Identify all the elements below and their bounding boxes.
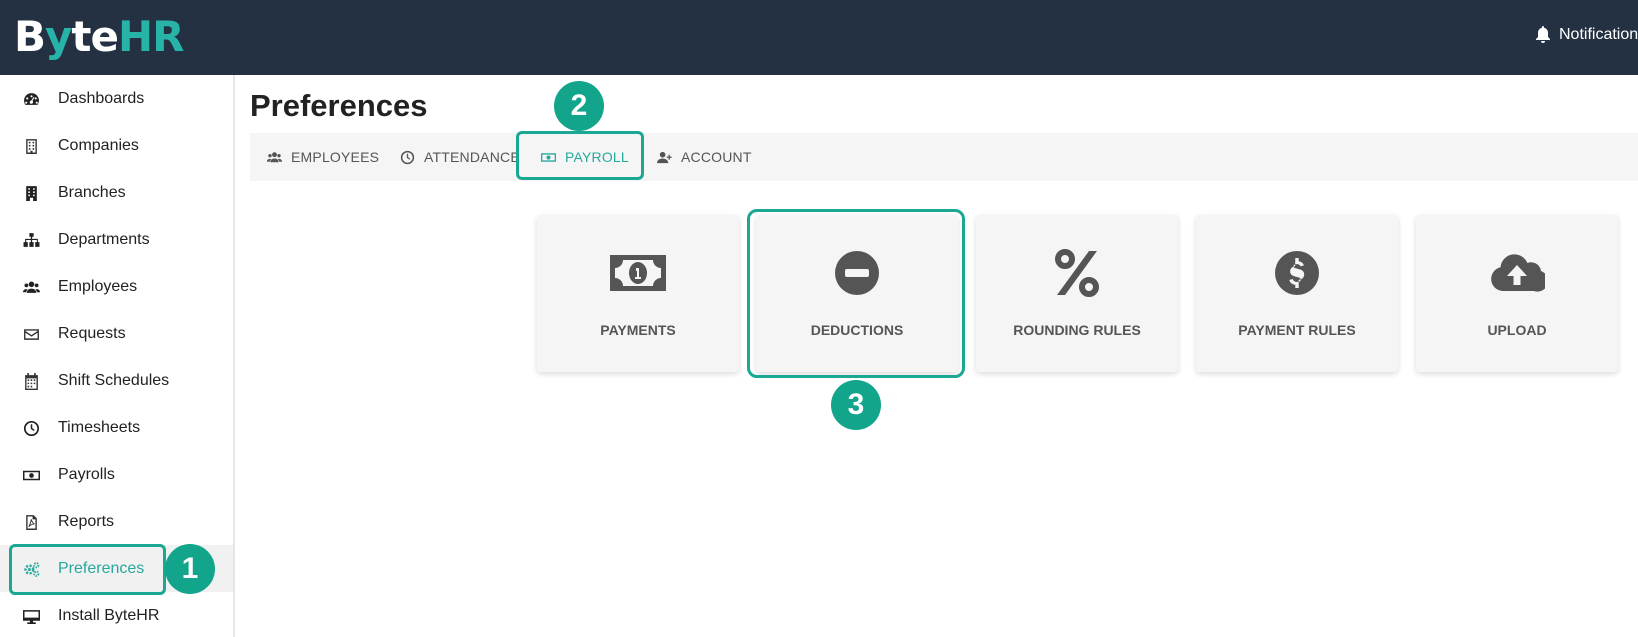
building-icon (22, 137, 40, 155)
top-navbar: By te HR Notifications (0, 0, 1638, 75)
sidebar-item-label: Timesheets (58, 418, 141, 436)
users-icon (22, 278, 40, 296)
sidebar-item-install-bytehr[interactable]: Install ByteHR (0, 592, 233, 637)
sidebar-item-companies[interactable]: Companies (0, 122, 233, 169)
tab-attendance[interactable]: ATTENDANCE (400, 133, 520, 181)
clock-icon (400, 150, 415, 164)
building-solid-icon (22, 184, 40, 202)
step-badge-2: 2 (554, 81, 604, 131)
dashboard-icon (22, 90, 40, 108)
percent-icon (1055, 249, 1099, 297)
cloud-upload-icon (1491, 254, 1545, 292)
sidebar-item-label: Reports (58, 512, 115, 530)
bytehr-logo[interactable]: By te HR (14, 12, 184, 61)
preferences-tabs: EMPLOYEES ATTENDANCE PAYROLL ACCOUNT (250, 133, 1638, 181)
sidebar-item-dashboards[interactable]: Dashboards (0, 75, 233, 122)
desktop-icon (22, 607, 40, 625)
money-bill-icon (22, 466, 40, 484)
file-pdf-icon (22, 513, 40, 531)
sidebar-item-label: Departments (58, 230, 150, 248)
tab-account[interactable]: ACCOUNT (657, 133, 752, 181)
card-payments[interactable]: PAYMENTS (537, 215, 739, 372)
sidebar-item-reports[interactable]: Reports (0, 498, 233, 545)
card-upload[interactable]: UPLOAD (1416, 215, 1618, 372)
sidebar-item-label: Employees (58, 277, 138, 295)
step-badge-1: 1 (165, 544, 215, 594)
payroll-tab-highlight-box (516, 131, 644, 180)
users-icon (267, 151, 282, 162)
sidebar-item-label: Dashboards (58, 89, 145, 107)
sidebar-item-requests[interactable]: Requests (0, 310, 233, 357)
notifications-button[interactable]: Notifications (1535, 26, 1638, 44)
sidebar-item-departments[interactable]: Departments (0, 216, 233, 263)
sidebar-item-label: Branches (58, 183, 126, 201)
dollar-circle-icon (1275, 251, 1319, 295)
deductions-highlight-box (747, 209, 965, 378)
envelope-icon (22, 325, 40, 343)
money-bill-icon (610, 255, 666, 291)
sidebar-item-branches[interactable]: Branches (0, 169, 233, 216)
sidebar-item-payrolls[interactable]: Payrolls (0, 451, 233, 498)
card-rounding-rules[interactable]: ROUNDING RULES (976, 215, 1178, 372)
tab-employees[interactable]: EMPLOYEES (267, 133, 379, 181)
sitemap-icon (22, 231, 40, 249)
sidebar-item-label: Payrolls (58, 465, 115, 483)
bell-icon (1536, 26, 1550, 43)
step-badge-3: 3 (831, 380, 881, 430)
sidebar-item-label: Shift Schedules (58, 371, 170, 389)
sidebar-item-employees[interactable]: Employees (0, 263, 233, 310)
card-payment-rules[interactable]: PAYMENT RULES (1196, 215, 1398, 372)
sidebar-item-shift-schedules[interactable]: Shift Schedules (0, 357, 233, 404)
sidebar-item-timesheets[interactable]: Timesheets (0, 404, 233, 451)
clock-icon (22, 419, 40, 437)
user-plus-icon (657, 151, 672, 163)
preferences-highlight-box (9, 544, 166, 595)
sidebar-item-label: Companies (58, 136, 139, 154)
sidebar-item-label: Install ByteHR (58, 606, 160, 624)
calendar-icon (22, 372, 40, 390)
sidebar-item-label: Requests (58, 324, 126, 342)
page-title: Preferences (250, 88, 428, 123)
